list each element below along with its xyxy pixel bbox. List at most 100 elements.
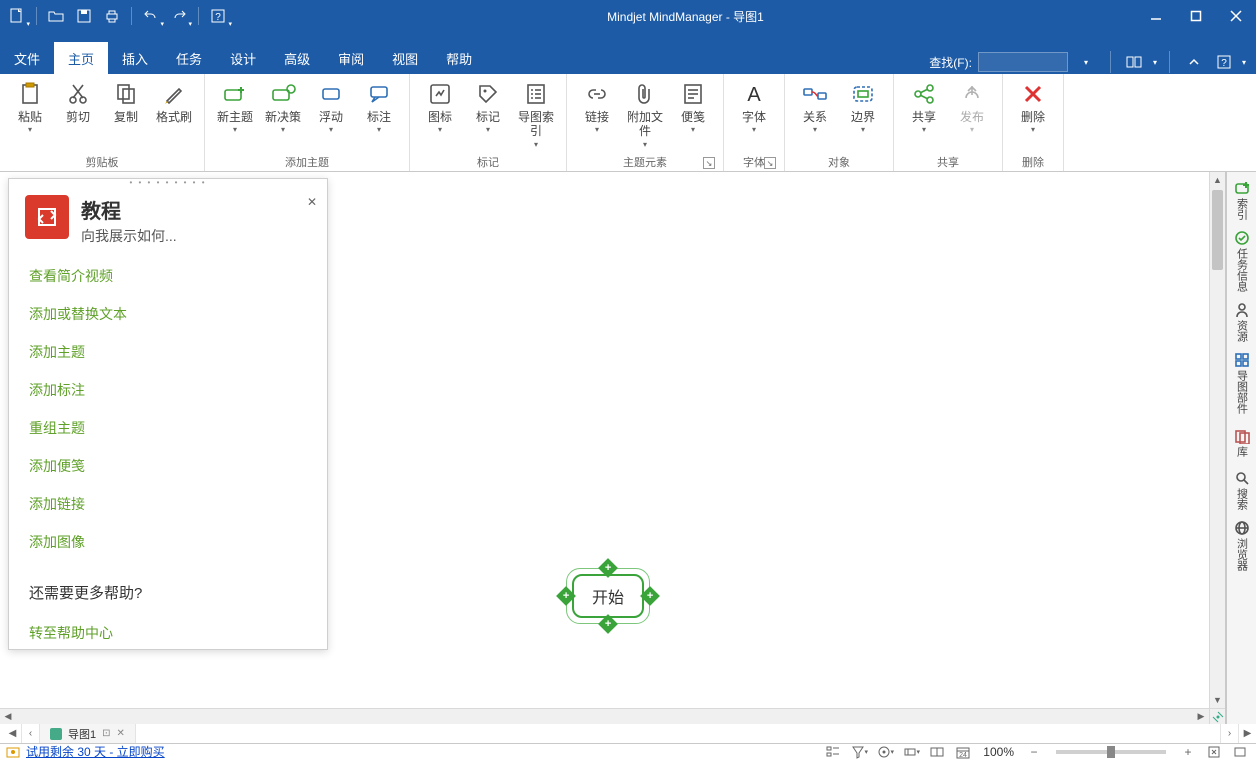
tab-插入[interactable]: 插入: [108, 42, 162, 74]
ribbon-callout-button[interactable]: 标注▾: [355, 78, 403, 134]
ribbon-delete-button[interactable]: 删除▾: [1009, 78, 1057, 134]
tutorial-link[interactable]: 查看简介视频: [29, 266, 307, 286]
qat-help-button[interactable]: ?▾: [205, 4, 231, 28]
tab-nav-prev[interactable]: ‹: [22, 724, 40, 743]
central-topic-node[interactable]: 开始 + + + +: [572, 574, 644, 618]
ribbon-paste-button[interactable]: 粘贴▾: [6, 78, 54, 134]
ribbon-newTopic-button[interactable]: 新主题▾: [211, 78, 259, 134]
zoom-slider[interactable]: [1056, 750, 1166, 754]
document-tab[interactable]: 导图1 ⊡ ✕: [40, 724, 136, 743]
scroll-left-arrow[interactable]: ◀: [0, 711, 16, 722]
tutorial-link[interactable]: 添加主题: [29, 342, 307, 362]
scroll-right-arrow[interactable]: ▶: [1193, 711, 1209, 722]
zoom-out-button[interactable]: −: [1024, 744, 1044, 760]
ribbon-newDecision-button[interactable]: 新决策▾: [259, 78, 307, 134]
ribbon-copy-button[interactable]: 复制: [102, 78, 150, 124]
tutorial-link[interactable]: 添加链接: [29, 494, 307, 514]
tab-文件[interactable]: 文件: [0, 42, 54, 74]
ribbon-copy-label: 复制: [114, 110, 138, 124]
vertical-scrollbar[interactable]: ▲ ▼: [1209, 172, 1225, 708]
group-launcher[interactable]: ↘: [703, 157, 715, 169]
sidepanel-taskinfo[interactable]: 任务信息: [1230, 226, 1254, 296]
ribbon-icons-button[interactable]: 图标▾: [416, 78, 464, 134]
tab-视图[interactable]: 视图: [378, 42, 432, 74]
tutorial-link[interactable]: 添加图像: [29, 532, 307, 552]
close-button[interactable]: [1216, 0, 1256, 32]
tab-nav-last[interactable]: ▶: [1238, 724, 1256, 743]
horizontal-scrollbar[interactable]: ◀ ▶: [0, 708, 1209, 724]
group-launcher[interactable]: ↘: [764, 157, 776, 169]
focus-icon[interactable]: ▾: [875, 744, 895, 760]
tutorial-link[interactable]: 重组主题: [29, 418, 307, 438]
scroll-down-arrow[interactable]: ▼: [1210, 692, 1225, 708]
find-input[interactable]: [978, 52, 1068, 72]
tutorial-link[interactable]: 添加标注: [29, 380, 307, 400]
ribbon-attach-button[interactable]: 附加文件▾: [621, 78, 669, 149]
sidepanel-mapparts[interactable]: 导图部件: [1230, 348, 1254, 418]
ribbon-notes-button[interactable]: 便笺▾: [669, 78, 717, 134]
linked-maps-icon[interactable]: [927, 744, 947, 760]
tab-主页[interactable]: 主页: [54, 42, 108, 74]
vertical-scroll-thumb[interactable]: [1212, 190, 1223, 270]
ribbon-index-button[interactable]: 导图索引▾: [512, 78, 560, 149]
tab-高级[interactable]: 高级: [270, 42, 324, 74]
ribbon-share-button[interactable]: 共享▾: [900, 78, 948, 134]
scroll-up-arrow[interactable]: ▲: [1210, 172, 1225, 188]
delete-icon: [1019, 80, 1047, 108]
ribbon-floating-button[interactable]: 浮动▾: [307, 78, 355, 134]
trial-link[interactable]: 试用剩余 30 天 - 立即购买: [26, 743, 165, 760]
tab-nav-first[interactable]: ◀: [4, 724, 22, 743]
window-arrange-button[interactable]: [1123, 50, 1147, 74]
qat-undo-button[interactable]: ▾: [138, 4, 164, 28]
document-tab-close[interactable]: ✕: [117, 728, 125, 739]
tab-审阅[interactable]: 审阅: [324, 42, 378, 74]
calendar-icon[interactable]: 24: [953, 744, 973, 760]
ribbon-cut-button[interactable]: 剪切: [54, 78, 102, 124]
outline-view-icon[interactable]: [823, 744, 843, 760]
scroll-corner-icon[interactable]: [1209, 708, 1225, 724]
minimize-button[interactable]: [1136, 0, 1176, 32]
qat-open-button[interactable]: [43, 4, 69, 28]
ribbon-link-button[interactable]: 链接▾: [573, 78, 621, 134]
collapse-icon[interactable]: ▾: [901, 744, 921, 760]
ribbon-relationship-button[interactable]: 关系▾: [791, 78, 839, 134]
ribbon-boundary-button[interactable]: 边界▾: [839, 78, 887, 134]
ribbon-group-对象: 关系▾边界▾对象: [785, 74, 894, 171]
maximize-button[interactable]: [1176, 0, 1216, 32]
ribbon-font-button[interactable]: A字体▾: [730, 78, 778, 134]
fullscreen-icon[interactable]: [1230, 744, 1250, 760]
qat-print-button[interactable]: [99, 4, 125, 28]
font-icon: A: [740, 80, 768, 108]
sidepanel-search[interactable]: 搜索: [1230, 466, 1254, 514]
paste-icon: [16, 80, 44, 108]
find-dropdown[interactable]: ▾: [1074, 50, 1098, 74]
ribbon-group-label: 剪贴板: [6, 153, 198, 171]
tab-任务[interactable]: 任务: [162, 42, 216, 74]
mapparts-icon: [1234, 352, 1250, 368]
collapse-ribbon-button[interactable]: [1182, 50, 1206, 74]
sidepanel-resources[interactable]: 资源: [1230, 298, 1254, 346]
qat-new-button[interactable]: ▾: [4, 4, 30, 28]
help-dropdown-button[interactable]: ?: [1212, 50, 1236, 74]
tab-帮助[interactable]: 帮助: [432, 42, 486, 74]
tutorial-link[interactable]: 添加或替换文本: [29, 304, 307, 324]
document-tab-pin[interactable]: ⊡: [102, 728, 110, 739]
tutorial-link[interactable]: 添加便笺: [29, 456, 307, 476]
ribbon-tags-button[interactable]: 标记▾: [464, 78, 512, 134]
zoom-slider-knob[interactable]: [1107, 746, 1115, 758]
sidepanel-index[interactable]: 索引: [1230, 176, 1254, 224]
tutorial-close-button[interactable]: ✕: [303, 193, 321, 211]
tutorial-help-center-link[interactable]: 转至帮助中心: [9, 609, 327, 657]
filter-icon[interactable]: ▾: [849, 744, 869, 760]
tab-nav-next[interactable]: ›: [1220, 724, 1238, 743]
sidepanel-browser[interactable]: 浏览器: [1230, 516, 1254, 575]
tab-设计[interactable]: 设计: [216, 42, 270, 74]
qat-save-button[interactable]: [71, 4, 97, 28]
canvas[interactable]: • • • • • • • • • ✕ 教程 向我展示如何... 查看简介视频添…: [0, 172, 1226, 724]
ribbon-paste-label: 粘贴: [18, 110, 42, 124]
zoom-in-button[interactable]: +: [1178, 744, 1198, 760]
sidepanel-library[interactable]: 库: [1230, 420, 1254, 464]
qat-redo-button[interactable]: ▾: [166, 4, 192, 28]
ribbon-formatPainter-button[interactable]: 格式刷: [150, 78, 198, 124]
fit-to-window-icon[interactable]: [1204, 744, 1224, 760]
